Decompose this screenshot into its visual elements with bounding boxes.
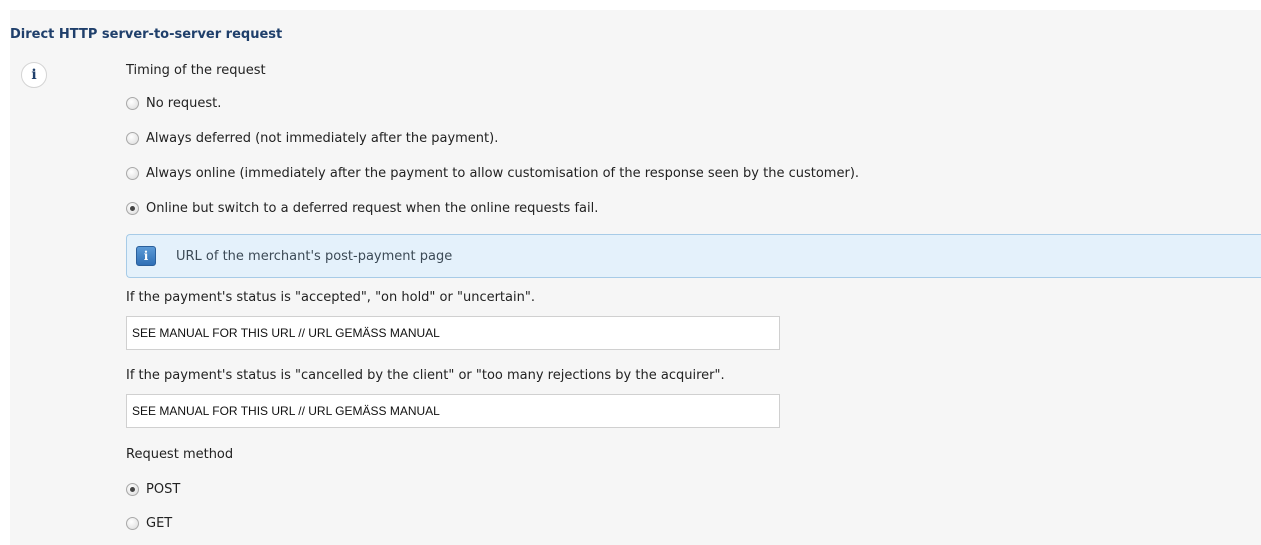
request-method-label: Request method	[126, 447, 234, 462]
timing-option-always-online[interactable]: Always online (immediately after the pay…	[126, 166, 859, 181]
radio-button[interactable]	[126, 517, 139, 530]
accepted-url-label: If the payment's status is "accepted", "…	[126, 290, 535, 305]
timing-option-always-deferred[interactable]: Always deferred (not immediately after t…	[126, 131, 498, 146]
section-title: Direct HTTP server-to-server request	[10, 27, 283, 42]
radio-button[interactable]	[126, 167, 139, 180]
radio-label: Always deferred (not immediately after t…	[146, 131, 499, 146]
timing-option-online-fallback[interactable]: Online but switch to a deferred request …	[126, 201, 598, 216]
info-icon: i	[136, 246, 156, 266]
radio-label: GET	[146, 516, 173, 531]
radio-button[interactable]	[126, 97, 139, 110]
radio-label: Online but switch to a deferred request …	[146, 201, 599, 216]
accepted-url-input[interactable]	[126, 316, 780, 350]
info-bar-text: URL of the merchant's post-payment page	[176, 248, 453, 264]
timing-option-no-request[interactable]: No request.	[126, 96, 221, 111]
timing-label: Timing of the request	[126, 63, 266, 78]
cancelled-url-label: If the payment's status is "cancelled by…	[126, 368, 725, 383]
method-option-get[interactable]: GET	[126, 516, 172, 531]
info-icon[interactable]: i	[21, 62, 47, 88]
radio-label: POST	[146, 482, 181, 497]
radio-button[interactable]	[126, 202, 139, 215]
radio-button[interactable]	[126, 483, 139, 496]
method-option-post[interactable]: POST	[126, 482, 180, 497]
cancelled-url-input[interactable]	[126, 394, 780, 428]
info-bar: i URL of the merchant's post-payment pag…	[126, 234, 1261, 278]
radio-button[interactable]	[126, 132, 139, 145]
radio-label: No request.	[146, 96, 222, 111]
radio-label: Always online (immediately after the pay…	[146, 166, 860, 181]
